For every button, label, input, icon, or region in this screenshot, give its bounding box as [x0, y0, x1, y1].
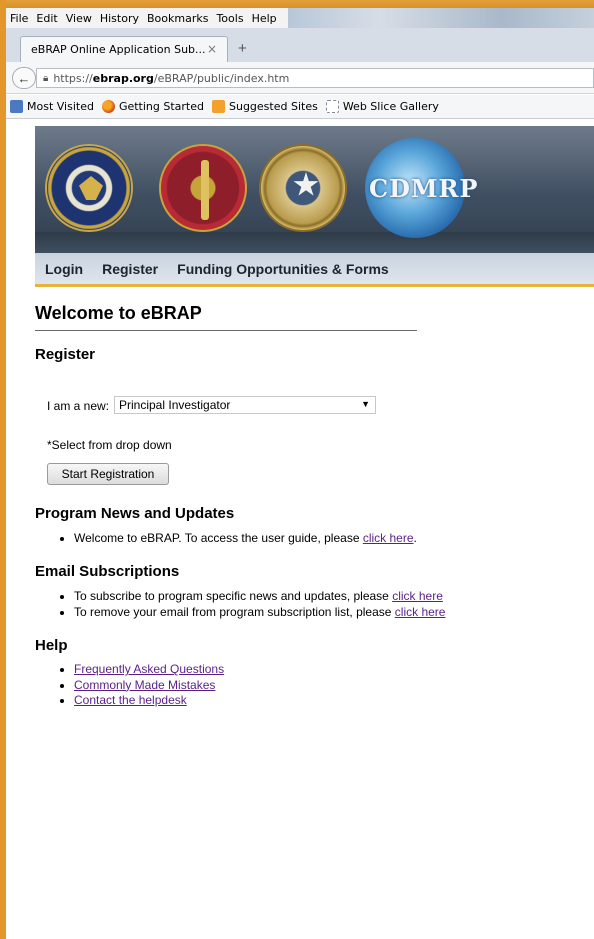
menu-file[interactable]: File	[10, 12, 28, 25]
bookmark-most-visited[interactable]: Most Visited	[10, 100, 94, 113]
bookmark-label: Web Slice Gallery	[342, 100, 439, 113]
list-item: Frequently Asked Questions	[74, 662, 224, 678]
window-frame-top	[0, 0, 594, 8]
url-bar[interactable]: 🔒︎ https://ebrap.org/eBRAP/public/index.…	[36, 68, 594, 88]
firefox-icon	[101, 100, 115, 113]
url-path: /eBRAP/public/index.htm	[153, 71, 290, 85]
nav-funding-opportunities[interactable]: Funding Opportunities & Forms	[177, 261, 389, 277]
bookmark-getting-started[interactable]: Getting Started	[101, 100, 204, 113]
suggested-sites-icon	[212, 100, 225, 113]
unsubscribe-link[interactable]: click here	[395, 605, 446, 619]
back-arrow-icon: ←	[17, 70, 31, 86]
army-medical-seal-icon	[159, 144, 247, 232]
menu-view[interactable]: View	[66, 12, 92, 25]
start-registration-button[interactable]: Start Registration	[47, 463, 169, 485]
email-subscriptions-heading: Email Subscriptions	[35, 563, 180, 580]
url-host: ebrap.org	[92, 71, 154, 85]
menu-bar: File Edit View History Bookmarks Tools H…	[6, 8, 288, 28]
bookmarks-bar: Most Visited Getting Started Suggested S…	[6, 95, 594, 119]
nav-login[interactable]: Login	[45, 261, 83, 277]
role-select[interactable]: Principal Investigator ▼	[114, 396, 376, 414]
user-guide-link[interactable]: click here	[363, 531, 414, 545]
header-banner: CDMRP	[35, 126, 594, 253]
usamraa-seal-icon	[259, 144, 347, 232]
menu-help[interactable]: Help	[252, 12, 277, 25]
subscribe-link[interactable]: click here	[392, 589, 443, 603]
browser-window: File Edit View History Bookmarks Tools H…	[0, 0, 594, 939]
list-item: Contact the helpdesk	[74, 693, 224, 709]
tab-title: eBRAP Online Application Sub...	[31, 43, 206, 56]
bookmark-suggested-sites[interactable]: Suggested Sites	[212, 100, 318, 113]
select-hint: *Select from drop down	[47, 438, 172, 452]
bookmark-label: Getting Started	[118, 100, 204, 113]
list-item: Welcome to eBRAP. To access the user gui…	[74, 531, 417, 547]
news-heading: Program News and Updates	[35, 505, 235, 522]
news-list: Welcome to eBRAP. To access the user gui…	[74, 531, 417, 547]
lock-icon: 🔒︎	[43, 72, 49, 84]
back-button[interactable]: ←	[12, 67, 36, 89]
menu-history[interactable]: History	[100, 12, 139, 25]
title-bar	[288, 8, 594, 28]
nav-register[interactable]: Register	[102, 261, 158, 277]
title-divider	[35, 330, 417, 331]
list-item: Commonly Made Mistakes	[74, 678, 224, 694]
navigation-toolbar: 🔒︎ https://ebrap.org/eBRAP/public/index.…	[6, 62, 594, 94]
role-label: I am a new:	[47, 399, 110, 413]
tab-ebrap[interactable]: eBRAP Online Application Sub... ×	[20, 36, 228, 62]
most-visited-icon	[10, 100, 23, 113]
faq-link[interactable]: Frequently Asked Questions	[74, 662, 224, 676]
bookmark-label: Suggested Sites	[229, 100, 318, 113]
url-scheme: https://	[53, 71, 93, 85]
menu-tools[interactable]: Tools	[216, 12, 243, 25]
cdmrp-logo-text: CDMRP	[369, 174, 479, 203]
web-slice-icon	[325, 100, 339, 113]
tab-close-icon[interactable]: ×	[207, 42, 217, 56]
bookmark-web-slice-gallery[interactable]: Web Slice Gallery	[325, 100, 439, 113]
register-heading: Register	[35, 346, 96, 363]
menu-edit[interactable]: Edit	[36, 12, 57, 25]
page-content: CDMRP Login Register Funding Opportuniti…	[6, 120, 594, 939]
list-item: To remove your email from program subscr…	[74, 605, 445, 621]
common-mistakes-link[interactable]: Commonly Made Mistakes	[74, 678, 215, 692]
menu-bookmarks[interactable]: Bookmarks	[147, 12, 208, 25]
page-title: Welcome to eBRAP	[35, 303, 202, 323]
tab-bar: eBRAP Online Application Sub... × +	[6, 28, 594, 62]
email-list: To subscribe to program specific news an…	[74, 589, 445, 620]
dropdown-arrow-icon: ▼	[361, 399, 370, 409]
help-list: Frequently Asked Questions Commonly Made…	[74, 662, 224, 709]
help-heading: Help	[35, 637, 68, 654]
site-nav: Login Register Funding Opportunities & F…	[35, 253, 594, 287]
bookmark-label: Most Visited	[27, 100, 94, 113]
contact-helpdesk-link[interactable]: Contact the helpdesk	[74, 693, 187, 707]
list-item: To subscribe to program specific news an…	[74, 589, 445, 605]
department-of-defense-seal-icon	[45, 144, 133, 232]
role-select-value: Principal Investigator	[119, 398, 231, 412]
new-tab-icon[interactable]: +	[238, 40, 247, 57]
